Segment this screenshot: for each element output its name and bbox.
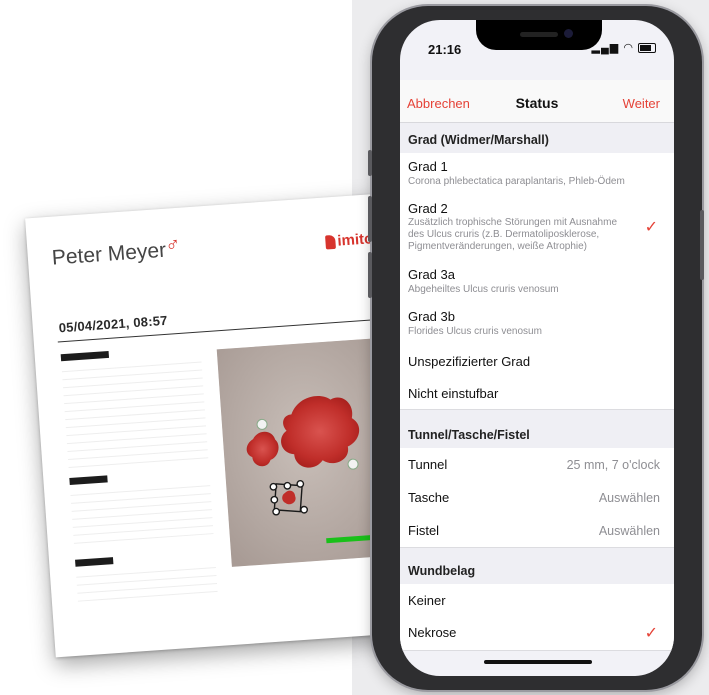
checkmark-icon: ✓: [644, 219, 658, 236]
battery-icon: [638, 43, 656, 54]
marker-dot: [347, 458, 359, 470]
logo-mark-icon: [325, 234, 336, 250]
checkmark-icon: ✓: [644, 625, 658, 642]
list-item-tunnel[interactable]: Tunnel 25 mm, 7 o'clock: [400, 448, 674, 482]
section-header-wundbelag: Wundbelag: [400, 548, 674, 584]
volume-down-button: [368, 252, 372, 298]
list-item-not-classifiable[interactable]: Nicht einstufbar: [400, 377, 674, 410]
section-label: [69, 475, 108, 485]
list-item-tasche[interactable]: Tasche Auswählen: [400, 481, 674, 515]
marker-dot: [256, 418, 268, 430]
list-item-grad-3a[interactable]: Grad 3a Abgeheiltes Ulcus cruris venosum: [400, 261, 674, 304]
section-header-tunnel: Tunnel/Tasche/Fistel: [400, 410, 674, 448]
status-icons: ▂▄▆ ◠: [592, 41, 656, 54]
phone-screen: 21:16 ▂▄▆ ◠ Abbrechen Status Weiter Grad…: [400, 20, 674, 676]
list-item-grad-1[interactable]: Grad 1 Corona phlebectatica paraplantari…: [400, 153, 674, 196]
navigation-bar: Abbrechen Status Weiter: [400, 80, 674, 123]
list-item-grad-3b[interactable]: Grad 3b Florides Ulcus cruris venosum: [400, 303, 674, 346]
signal-icon: ▂▄▆: [591, 42, 620, 54]
wound-photo-graphic: [216, 337, 396, 567]
power-button: [700, 210, 704, 280]
list-item-keiner[interactable]: Keiner: [400, 584, 674, 617]
mute-switch: [368, 150, 372, 176]
speaker-icon: [520, 32, 558, 37]
status-time: 21:16: [428, 42, 462, 57]
notch: [476, 20, 602, 50]
report-datetime: 05/04/2021, 08:57: [58, 312, 169, 336]
section-label: [75, 557, 114, 567]
list-item-nekrose[interactable]: Nekrose ✓: [400, 616, 674, 651]
list-item-grad-2[interactable]: Grad 2 Zusätzlich trophische Störungen m…: [400, 195, 674, 262]
next-button[interactable]: Weiter: [623, 96, 660, 111]
home-indicator: [484, 660, 592, 664]
section-label: [60, 350, 110, 362]
wifi-icon: ◠: [623, 42, 634, 54]
wound-report-document: Peter Meyer ♂ imito 05/04/2021, 08:57: [25, 192, 425, 658]
male-symbol: ♂: [164, 233, 182, 257]
list-item-fistel[interactable]: Fistel Auswählen: [400, 514, 674, 548]
section-header-grad: Grad (Widmer/Marshall): [400, 123, 674, 153]
list-item-unspecified-grade[interactable]: Unspezifizierter Grad: [400, 345, 674, 378]
wound-photo: [216, 337, 396, 567]
volume-up-button: [368, 196, 372, 242]
camera-icon: [564, 29, 573, 38]
patient-name: Peter Meyer: [51, 238, 167, 270]
